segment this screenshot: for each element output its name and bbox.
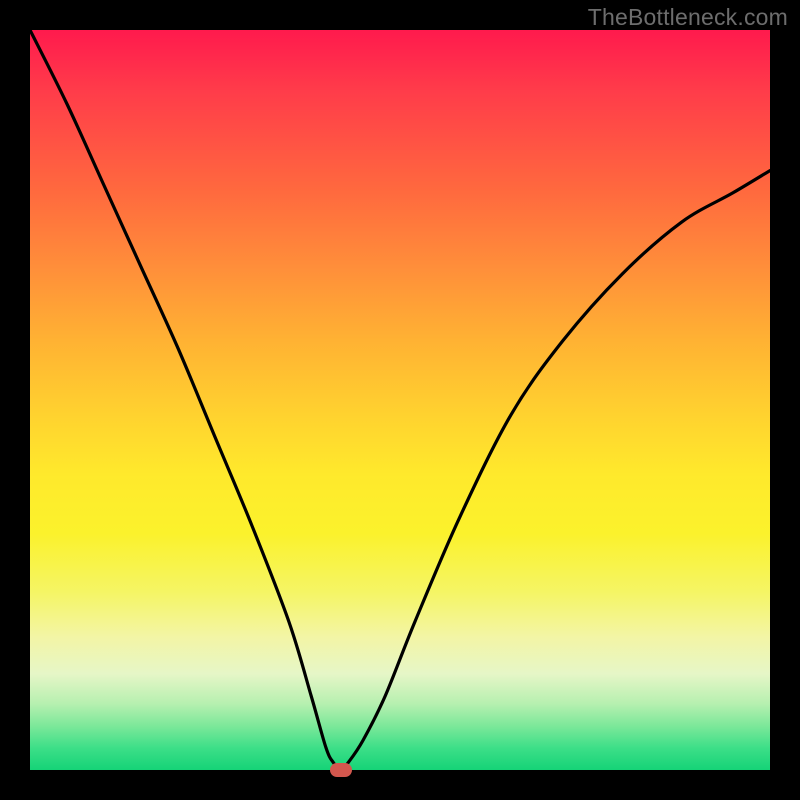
bottleneck-curve [30,30,770,770]
plot-area [30,30,770,770]
minimum-marker [330,763,352,777]
chart-frame: TheBottleneck.com [0,0,800,800]
watermark-text: TheBottleneck.com [588,4,788,31]
